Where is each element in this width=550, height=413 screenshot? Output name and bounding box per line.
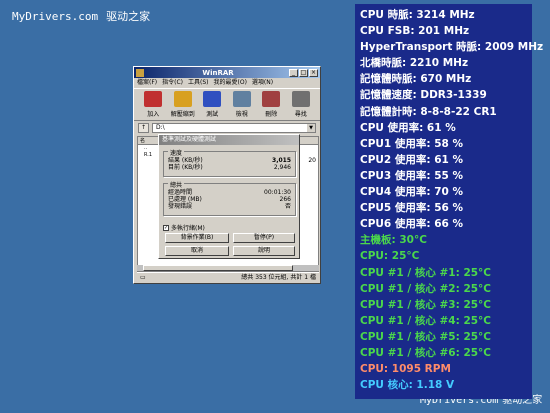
checkbox-label: 多執行緒(M)	[171, 225, 205, 232]
totals-group: 總共 經過時間 00:01:30 已處理 (MB) 266 發現錯誤 否	[163, 180, 296, 216]
status-bar: ▭ 總共 353 位元組, 共計 1 檔	[137, 272, 319, 281]
title-bar[interactable]: WinRAR _ □ ×	[134, 67, 320, 78]
stat-line: CPU5 使用率: 56 %	[360, 202, 464, 215]
toolbar-label: 解壓縮到	[170, 111, 195, 118]
stat-line: HyperTransport 時脈: 2009 MHz	[360, 41, 544, 54]
toolbar-button[interactable]: 刪除	[258, 91, 285, 118]
toolbar-label: 加入	[147, 111, 160, 118]
errors-value: 否	[284, 203, 291, 210]
menu-item[interactable]: 指令(C)	[162, 78, 183, 88]
view-icon	[232, 91, 251, 107]
column-value: 20	[308, 157, 316, 164]
stat-line: CPU #1 / 核心 #6: 25°C	[360, 346, 492, 359]
stat-line: CPU4 使用率: 70 %	[360, 186, 464, 199]
stat-line: 北橋時脈: 2210 MHz	[360, 57, 469, 70]
current-value: 2,946	[273, 164, 291, 171]
minimize-button[interactable]: _	[289, 68, 298, 77]
menu-item[interactable]: 工具(S)	[188, 78, 209, 88]
group-title: 總共	[168, 180, 185, 189]
elapsed-label: 經過時間	[168, 189, 193, 196]
stat-line: CPU: 25°C	[360, 250, 420, 263]
path-text: D:\	[156, 124, 165, 131]
add-icon	[144, 91, 163, 107]
maximize-button[interactable]: □	[299, 68, 308, 77]
stat-line: CPU #1 / 核心 #2: 25°C	[360, 282, 492, 295]
path-field[interactable]: D:\ ▼	[152, 123, 316, 133]
stat-line: CPU6 使用率: 66 %	[360, 218, 464, 231]
stat-line: CPU2 使用率: 61 %	[360, 153, 464, 166]
toolbar-button[interactable]: 尋找	[288, 91, 315, 118]
dialog-title: 基準測試及硬體測試	[159, 135, 299, 145]
stat-line: CPU: 1095 RPM	[360, 363, 451, 376]
toolbar-button[interactable]: 解壓縮到	[170, 91, 197, 118]
find-icon	[291, 91, 310, 107]
disk-icon: ▭	[140, 273, 146, 281]
benchmark-dialog[interactable]: 基準測試及硬體測試 速度 結果 (KB/秒) 3,015 目前 (KB/秒) 2,9…	[158, 134, 300, 259]
toolbar-button[interactable]: 加入	[140, 91, 167, 118]
address-bar: ↑ D:\ ▼	[134, 121, 320, 135]
toolbar-label: 檢視	[235, 111, 248, 118]
menu-item[interactable]: 我的最愛(O)	[214, 78, 247, 88]
errors-label: 發現錯誤	[168, 203, 193, 210]
watermark-url: MyDrivers.com	[12, 10, 99, 23]
menu-item[interactable]: 選項(N)	[252, 78, 273, 88]
background-button[interactable]: 背景作業(B)	[165, 233, 229, 243]
processed-value: 266	[279, 196, 291, 203]
menu-item[interactable]: 檔案(F)	[137, 78, 157, 88]
stat-line: 記憶體計時: 8-8-8-22 CR1	[360, 105, 497, 118]
stat-line: 主機板: 30°C	[360, 234, 427, 247]
processed-label: 已處理 (MB)	[168, 196, 202, 203]
extract-icon	[173, 91, 192, 107]
scroll-thumb[interactable]	[143, 265, 293, 271]
result-value: 3,015	[272, 157, 291, 164]
current-label: 目前 (KB/秒)	[168, 164, 203, 171]
test-icon	[203, 91, 222, 107]
checkbox-box[interactable]: ✓	[163, 224, 169, 231]
multithread-checkbox[interactable]: ✓ 多執行緒(M)	[163, 223, 205, 232]
watermark-top: MyDrivers.com 驱动之家	[12, 8, 150, 24]
stat-line: CPU1 使用率: 58 %	[360, 137, 464, 150]
status-text: 總共 353 位元組, 共計 1 檔	[241, 273, 316, 281]
group-title: 速度	[168, 148, 185, 157]
stat-line: CPU FSB: 201 MHz	[360, 25, 470, 38]
horizontal-scrollbar[interactable]	[137, 265, 319, 271]
stat-line: CPU #1 / 核心 #3: 25°C	[360, 298, 492, 311]
close-button[interactable]: ×	[309, 68, 318, 77]
toolbar-label: 測試	[206, 111, 219, 118]
up-folder-button[interactable]: ↑	[138, 123, 149, 133]
winrar-app-icon	[136, 68, 144, 77]
stat-line: 記憶體時脈: 670 MHz	[360, 73, 472, 86]
toolbar-button[interactable]: 檢視	[229, 91, 256, 118]
toolbar-button[interactable]: 測試	[199, 91, 226, 118]
toolbar-label: 尋找	[294, 111, 307, 118]
stat-line: CPU3 使用率: 55 %	[360, 169, 464, 182]
toolbar-label: 刪除	[265, 111, 278, 118]
pause-button[interactable]: 暫停(P)	[233, 233, 295, 243]
menu-bar: 檔案(F) 指令(C) 工具(S) 我的最愛(O) 選項(N)	[134, 78, 320, 88]
stat-line: CPU 時脈: 3214 MHz	[360, 9, 475, 21]
stat-line: CPU 使用率: 61 %	[360, 121, 456, 134]
elapsed-value: 00:01:30	[264, 189, 291, 196]
toolbar: 加入 解壓縮到 測試 檢視 刪除 尋找	[134, 88, 320, 121]
stat-line: CPU #1 / 核心 #1: 25°C	[360, 266, 492, 279]
result-label: 結果 (KB/秒)	[168, 157, 203, 164]
window-title: WinRAR	[202, 68, 234, 77]
chevron-down-icon[interactable]: ▼	[307, 124, 315, 132]
stat-line: CPU #1 / 核心 #5: 25°C	[360, 330, 492, 343]
stat-line: 記憶體速度: DDR3-1339	[360, 89, 487, 102]
stat-line: CPU 核心: 1.18 V	[360, 379, 455, 392]
speed-group: 速度 結果 (KB/秒) 3,015 目前 (KB/秒) 2,946	[163, 148, 296, 177]
watermark-cn: 驱动之家	[106, 10, 151, 23]
cancel-button[interactable]: 取消	[165, 246, 229, 256]
stat-line: CPU #1 / 核心 #4: 25°C	[360, 314, 492, 327]
hardware-monitor-panel: CPU 時脈: 3214 MHz CPU FSB: 201 MHz HyperTra…	[355, 4, 544, 399]
help-button[interactable]: 說明	[233, 246, 295, 256]
delete-icon	[262, 91, 281, 107]
